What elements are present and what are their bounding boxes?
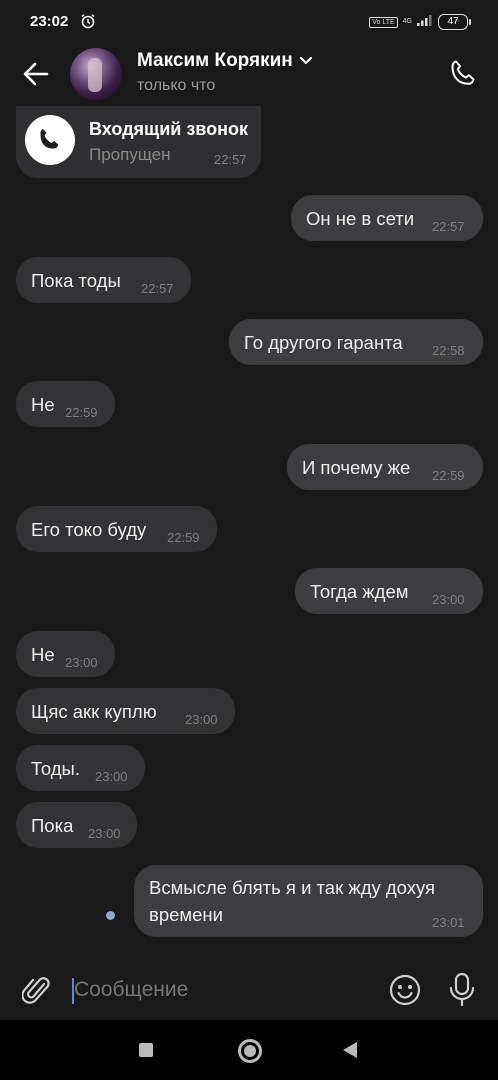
recents-button[interactable]: [139, 1043, 153, 1057]
phone-icon[interactable]: [448, 58, 478, 93]
microphone-icon[interactable]: [447, 972, 477, 1013]
message-time: 22:59: [432, 468, 465, 483]
message-bubble-outgoing[interactable]: Он не в сети 22:57: [291, 195, 483, 241]
message-time: 22:57: [141, 281, 174, 296]
status-time: 23:02: [30, 13, 69, 30]
battery-indicator: 47: [438, 14, 471, 30]
arrow-left-icon[interactable]: [22, 60, 50, 93]
message-text-line-1: Всмысле блять я и так жду дохуя: [149, 877, 436, 898]
message-text: Не: [31, 644, 55, 665]
back-button[interactable]: [343, 1042, 357, 1058]
message-text: И почему же: [302, 457, 411, 478]
message-bubble-incoming[interactable]: Тоды. 23:00: [16, 745, 145, 791]
call-circle: [25, 115, 75, 165]
message-text: Тогда ждем: [310, 581, 409, 602]
smiley-icon[interactable]: [388, 973, 422, 1012]
message-text: Пока: [31, 815, 74, 836]
message-time: 22:59: [167, 530, 200, 545]
message-bubble-incoming[interactable]: Его токо буду 22:59: [16, 506, 217, 552]
message-time: 23:00: [65, 655, 98, 670]
message-time: 23:00: [185, 712, 218, 727]
message-text: Он не в сети: [306, 208, 415, 229]
contact-status: только что: [137, 77, 216, 94]
message-bubble-incoming[interactable]: Не 23:00: [16, 631, 115, 677]
system-icons: Vo LTE 4G 47: [369, 13, 471, 31]
missed-call-card[interactable]: Входящий звонок Пропущен 22:57: [16, 106, 261, 178]
message-input[interactable]: [74, 972, 374, 1008]
chat-area[interactable]: Входящий звонок Пропущен 22:57 Он не в с…: [0, 106, 498, 960]
network-type: 4G: [402, 18, 412, 25]
system-nav-bar: [0, 1020, 498, 1080]
message-time: 22:58: [432, 343, 465, 358]
message-text: Щяс акк куплю: [31, 701, 157, 722]
message-time: 23:00: [95, 769, 128, 784]
message-bubble-outgoing[interactable]: Го другого гаранта 22:58: [229, 319, 483, 365]
message-bubble-incoming[interactable]: Не 22:59: [16, 381, 115, 427]
message-bubble-outgoing[interactable]: Тогда ждем 23:00: [295, 568, 483, 614]
message-time: 22:59: [65, 405, 98, 420]
message-time: 23:00: [88, 826, 121, 841]
call-subtitle: Пропущен: [89, 145, 171, 164]
message-bubble-incoming[interactable]: Щяс акк куплю 23:00: [16, 688, 235, 734]
message-time: 23:01: [432, 915, 465, 930]
status-bar: 23:02 Vo LTE 4G 47: [0, 0, 498, 44]
call-title: Входящий звонок: [89, 119, 248, 139]
chevron-down-icon: [299, 50, 313, 72]
paperclip-icon[interactable]: [21, 974, 52, 1013]
chat-header: Максим Корякин только что: [0, 44, 498, 106]
message-text: Го другого гаранта: [244, 332, 403, 353]
message-text: Не: [31, 394, 55, 415]
volte-icon: Vo LTE: [369, 16, 398, 28]
message-time: 23:00: [432, 592, 465, 607]
message-composer: [0, 960, 498, 1020]
message-text: Его токо буду: [31, 519, 147, 540]
signal-icon: [417, 13, 433, 31]
message-time: 22:57: [214, 152, 247, 167]
phone-icon: [40, 129, 59, 149]
alarm-icon: [80, 13, 96, 34]
message-text: Пока тоды: [31, 270, 121, 291]
contact-name-text: Максим Корякин: [137, 50, 293, 71]
message-bubble-incoming[interactable]: Пока 23:00: [16, 802, 137, 848]
avatar[interactable]: [70, 48, 122, 100]
message-bubble-outgoing[interactable]: Всмысле блять я и так жду дохуя времени …: [134, 865, 483, 937]
message-time: 22:57: [432, 219, 465, 234]
message-text-line-2: времени: [149, 904, 223, 925]
home-button[interactable]: [238, 1039, 262, 1063]
message-bubble-outgoing[interactable]: И почему же 22:59: [287, 444, 483, 490]
message-text: Тоды.: [31, 758, 80, 779]
unread-indicator: [106, 911, 115, 920]
message-bubble-incoming[interactable]: Пока тоды 22:57: [16, 257, 191, 303]
contact-name[interactable]: Максим Корякин: [137, 50, 313, 72]
